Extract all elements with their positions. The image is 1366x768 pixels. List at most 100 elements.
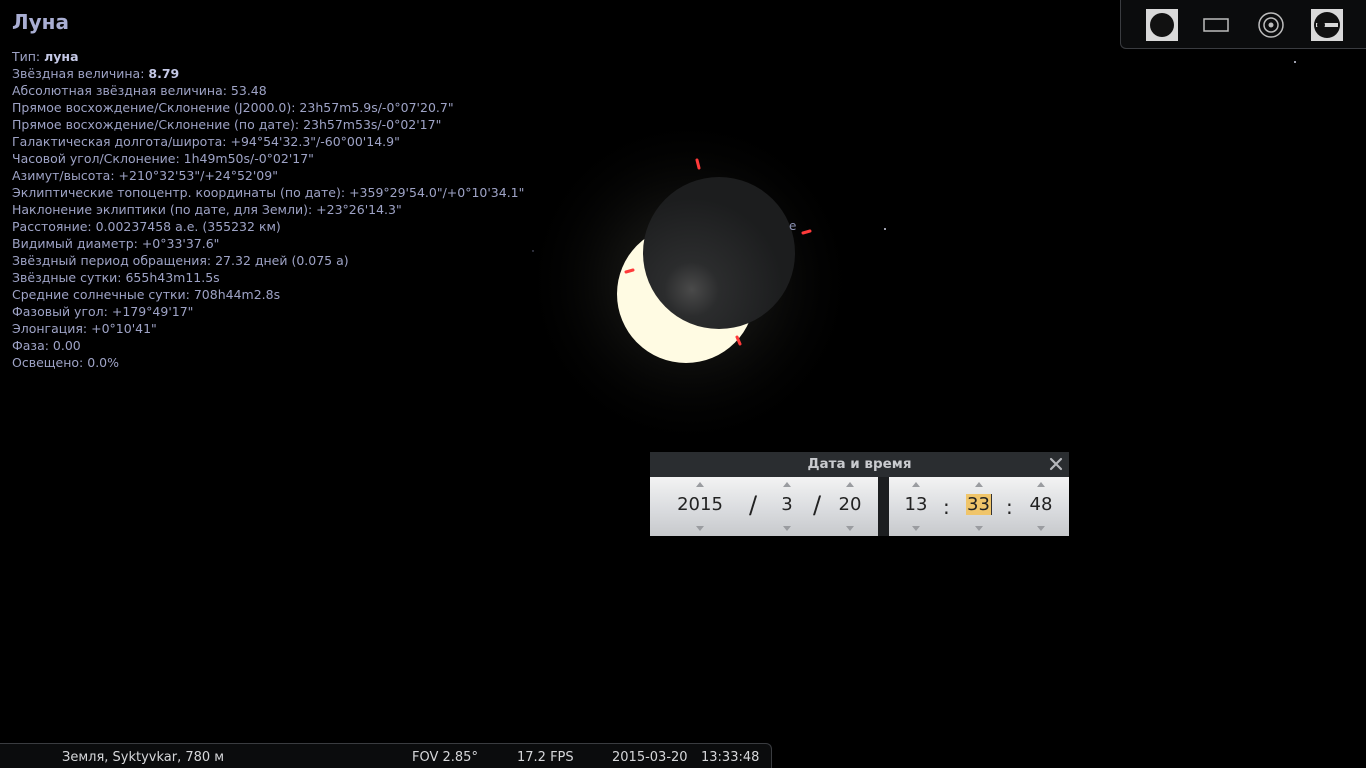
info-row: Фаза: 0.00: [12, 337, 524, 354]
info-value: луна: [44, 49, 79, 64]
target-button-icon[interactable]: [1254, 8, 1288, 42]
info-value: +179°49'17": [111, 304, 194, 319]
location-text[interactable]: Земля, Syktyvkar, 780 м: [62, 750, 224, 765]
info-label: Средние солнечные сутки:: [12, 287, 194, 302]
info-value: +359°29'54.0"/+0°10'34.1": [349, 185, 525, 200]
info-value: +0°10'41": [91, 321, 157, 336]
wrench-settings-icon[interactable]: [1310, 8, 1344, 42]
info-label: Видимый диаметр:: [12, 236, 142, 251]
info-row: Элонгация: +0°10'41": [12, 320, 524, 337]
info-label: Прямое восхождение/Склонение (по дате):: [12, 117, 304, 132]
info-row: Азимут/высота: +210°32'53"/+24°52'09": [12, 167, 524, 184]
info-value: 23h57m5.9s/-0°07'20.7": [299, 100, 454, 115]
month-value[interactable]: 3: [771, 494, 803, 516]
moon-disc[interactable]: [643, 177, 795, 329]
day-down-arrow-icon[interactable]: [846, 526, 854, 531]
info-label: Освещено:: [12, 355, 88, 370]
year-down-arrow-icon[interactable]: [696, 526, 704, 531]
minute-down-arrow-icon[interactable]: [975, 526, 983, 531]
second-spinbox[interactable]: 48: [1025, 477, 1057, 536]
second-down-arrow-icon[interactable]: [1037, 526, 1045, 531]
info-row: Абсолютная звёздная величина: 53.48: [12, 82, 524, 99]
info-row: Фазовый угол: +179°49'17": [12, 303, 524, 320]
time-separator: :: [943, 495, 950, 519]
info-label: Галактическая долгота/широта:: [12, 134, 231, 149]
time-separator: :: [1006, 495, 1013, 519]
time-text[interactable]: 13:33:48: [701, 750, 759, 765]
info-value: +0°33'37.6": [141, 236, 220, 251]
info-label: Часовой угол/Склонение:: [12, 151, 184, 166]
second-up-arrow-icon[interactable]: [1037, 482, 1045, 487]
month-up-arrow-icon[interactable]: [783, 482, 791, 487]
fps-text: 17.2 FPS: [517, 750, 574, 765]
info-label: Наклонение эклиптики (по дате, для Земли…: [12, 202, 317, 217]
info-label: Элонгация:: [12, 321, 92, 336]
year-spinbox[interactable]: 2015: [670, 477, 730, 536]
info-value: +94°54'32.3"/-60°00'14.9": [230, 134, 400, 149]
year-value[interactable]: 2015: [670, 494, 730, 516]
year-up-arrow-icon[interactable]: [696, 482, 704, 487]
day-spinbox[interactable]: 20: [834, 477, 866, 536]
fov-text: FOV 2.85°: [412, 750, 478, 765]
info-value: 655h43m11.5s: [125, 270, 220, 285]
info-row: Расстояние: 0.00237458 а.е. (355232 км): [12, 218, 524, 235]
info-value: 0.0%: [87, 355, 120, 370]
minute-value[interactable]: 33: [963, 494, 995, 516]
info-value: 23h57m53s/-0°02'17": [303, 117, 442, 132]
info-row: Видимый диаметр: +0°33'37.6": [12, 235, 524, 252]
day-value[interactable]: 20: [834, 494, 866, 516]
day-up-arrow-icon[interactable]: [846, 482, 854, 487]
info-row: Часовой угол/Склонение: 1h49m50s/-0°02'1…: [12, 150, 524, 167]
star: [532, 250, 534, 252]
info-row: Освещено: 0.0%: [12, 354, 524, 371]
hour-up-arrow-icon[interactable]: [912, 482, 920, 487]
info-value: 53.48: [230, 83, 267, 98]
date-panel: 2015 / 3 / 20: [650, 477, 878, 536]
status-bar: Земля, Syktyvkar, 780 м FOV 2.85° 17.2 F…: [0, 743, 772, 768]
info-label: Звёздная величина:: [12, 66, 149, 81]
info-value: 8.79: [148, 66, 180, 81]
month-down-arrow-icon[interactable]: [783, 526, 791, 531]
info-label: Абсолютная звёздная величина:: [12, 83, 231, 98]
info-label: Звёздные сутки:: [12, 270, 126, 285]
rectangle-button-icon[interactable]: [1199, 8, 1233, 42]
time-panel: 13 : 33 : 48: [889, 477, 1069, 536]
info-value: +23°26'14.3": [316, 202, 402, 217]
object-info-panel: Тип: луна Звёздная величина: 8.79 Абсолютн…: [12, 48, 524, 371]
info-label: Эклиптические топоцентр. координаты (по …: [12, 185, 350, 200]
dialog-divider: [878, 477, 889, 536]
stellarium-window: e Луна Тип: луна Звёздная величина: 8.79 А…: [0, 0, 1366, 768]
dialog-title[interactable]: Дата и время: [650, 452, 1069, 477]
info-row: Галактическая долгота/широта: +94°54'32.…: [12, 133, 524, 150]
info-row: Эклиптические топоцентр. координаты (по …: [12, 184, 524, 201]
star: [1294, 61, 1296, 63]
hour-spinbox[interactable]: 13: [900, 477, 932, 536]
info-value: 708h44m2.8s: [193, 287, 281, 302]
info-row: Звёздные сутки: 655h43m11.5s: [12, 269, 524, 286]
info-row: Звёздная величина: 8.79: [12, 65, 524, 82]
hour-value[interactable]: 13: [900, 494, 932, 516]
sky-object-label: e: [789, 219, 797, 233]
info-label: Расстояние:: [12, 219, 96, 234]
date-text[interactable]: 2015-03-20: [612, 750, 688, 765]
info-value: 0.00: [52, 338, 81, 353]
minute-selected-text[interactable]: 33: [966, 494, 992, 515]
hour-down-arrow-icon[interactable]: [912, 526, 920, 531]
info-label: Фазовый угол:: [12, 304, 112, 319]
info-row: Средние солнечные сутки: 708h44m2.8s: [12, 286, 524, 303]
info-row: Прямое восхождение/Склонение (по дате): …: [12, 116, 524, 133]
minute-spinbox[interactable]: 33: [963, 477, 995, 536]
object-title: Луна: [12, 10, 69, 34]
date-separator: /: [749, 491, 758, 519]
second-value[interactable]: 48: [1025, 494, 1057, 516]
info-value: +210°32'53"/+24°52'09": [118, 168, 278, 183]
info-row: Тип: луна: [12, 48, 524, 65]
info-value: 0.00237458 а.е. (355232 км): [95, 219, 281, 234]
minute-up-arrow-icon[interactable]: [975, 482, 983, 487]
close-icon[interactable]: [1047, 455, 1065, 473]
month-spinbox[interactable]: 3: [771, 477, 803, 536]
circle-button-icon[interactable]: [1145, 8, 1179, 42]
date-separator: /: [813, 491, 822, 519]
info-row: Наклонение эклиптики (по дате, для Земли…: [12, 201, 524, 218]
info-label: Азимут/высота:: [12, 168, 119, 183]
